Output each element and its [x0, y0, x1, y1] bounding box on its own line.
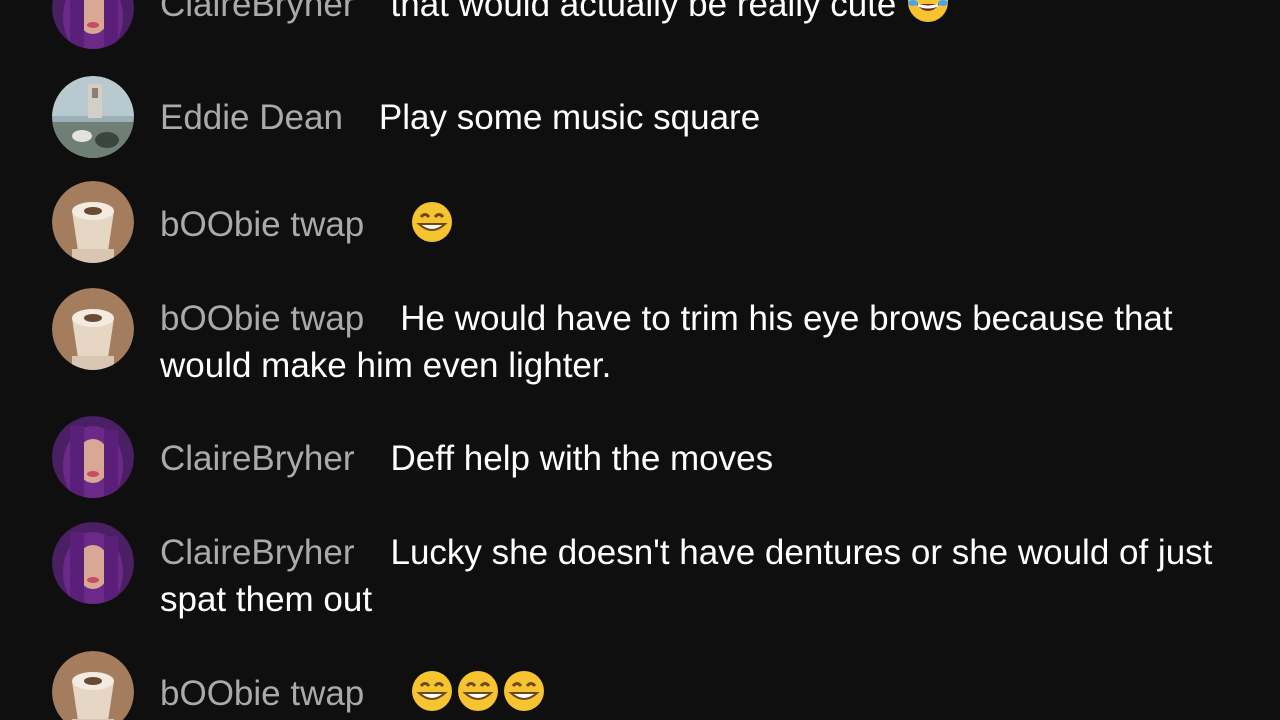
- author-name[interactable]: ClaireBryher: [160, 439, 355, 478]
- grinning-face-emoji-icon: [412, 202, 453, 242]
- tears-of-joy-emoji-icon: [908, 0, 949, 22]
- author-name[interactable]: ClaireBryher: [160, 0, 355, 24]
- avatar-eddie[interactable]: [52, 76, 134, 158]
- grinning-face-emoji-icon: [412, 671, 453, 711]
- avatar-claire[interactable]: [52, 0, 134, 49]
- message-text: that would actually be really cute: [390, 0, 897, 24]
- author-name[interactable]: Eddie Dean: [160, 98, 343, 137]
- author-name[interactable]: bOObie twap: [160, 299, 364, 338]
- message-text: Play some music square: [378, 98, 761, 137]
- grinning-face-emoji-icon: [458, 671, 499, 711]
- message-text: Deff help with the moves: [390, 439, 774, 478]
- avatar-boobie[interactable]: [52, 651, 134, 720]
- avatar-boobie[interactable]: [52, 288, 134, 370]
- author-name[interactable]: ClaireBryher: [160, 533, 355, 572]
- grinning-face-emoji-icon: [504, 671, 545, 711]
- author-name[interactable]: bOObie twap: [160, 205, 364, 244]
- avatar-claire[interactable]: [52, 522, 134, 604]
- live-chat-feed: ClaireBryher that would actually be reall…: [0, 0, 1280, 720]
- avatar-boobie[interactable]: [52, 181, 134, 263]
- avatar-claire[interactable]: [52, 416, 134, 498]
- author-name[interactable]: bOObie twap: [160, 674, 364, 713]
